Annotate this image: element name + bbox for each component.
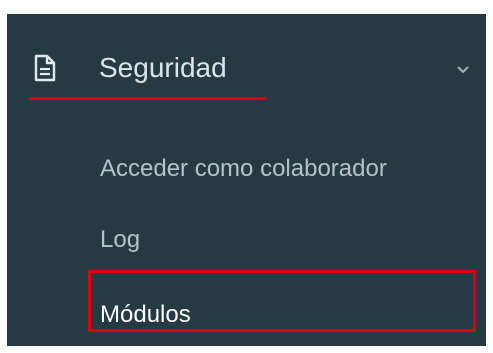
menu-section-seguridad[interactable]: Seguridad <box>7 14 486 110</box>
document-icon <box>34 54 56 82</box>
submenu-item-label: Acceder como colaborador <box>100 155 387 182</box>
submenu-item-acceder-como-colaborador[interactable]: Acceder como colaborador <box>7 110 486 182</box>
annotation-underline <box>29 97 266 100</box>
submenu-item-log[interactable]: Log <box>7 200 486 264</box>
submenu-item-label: Log <box>100 226 141 253</box>
chevron-down-icon <box>457 66 469 73</box>
screenshot-frame: Seguridad Acceder como colaborador Log M… <box>0 0 493 353</box>
sidebar-menu: Seguridad Acceder como colaborador Log M… <box>7 14 486 346</box>
menu-section-label: Seguridad <box>99 52 227 83</box>
annotation-highlight-box <box>88 270 476 332</box>
